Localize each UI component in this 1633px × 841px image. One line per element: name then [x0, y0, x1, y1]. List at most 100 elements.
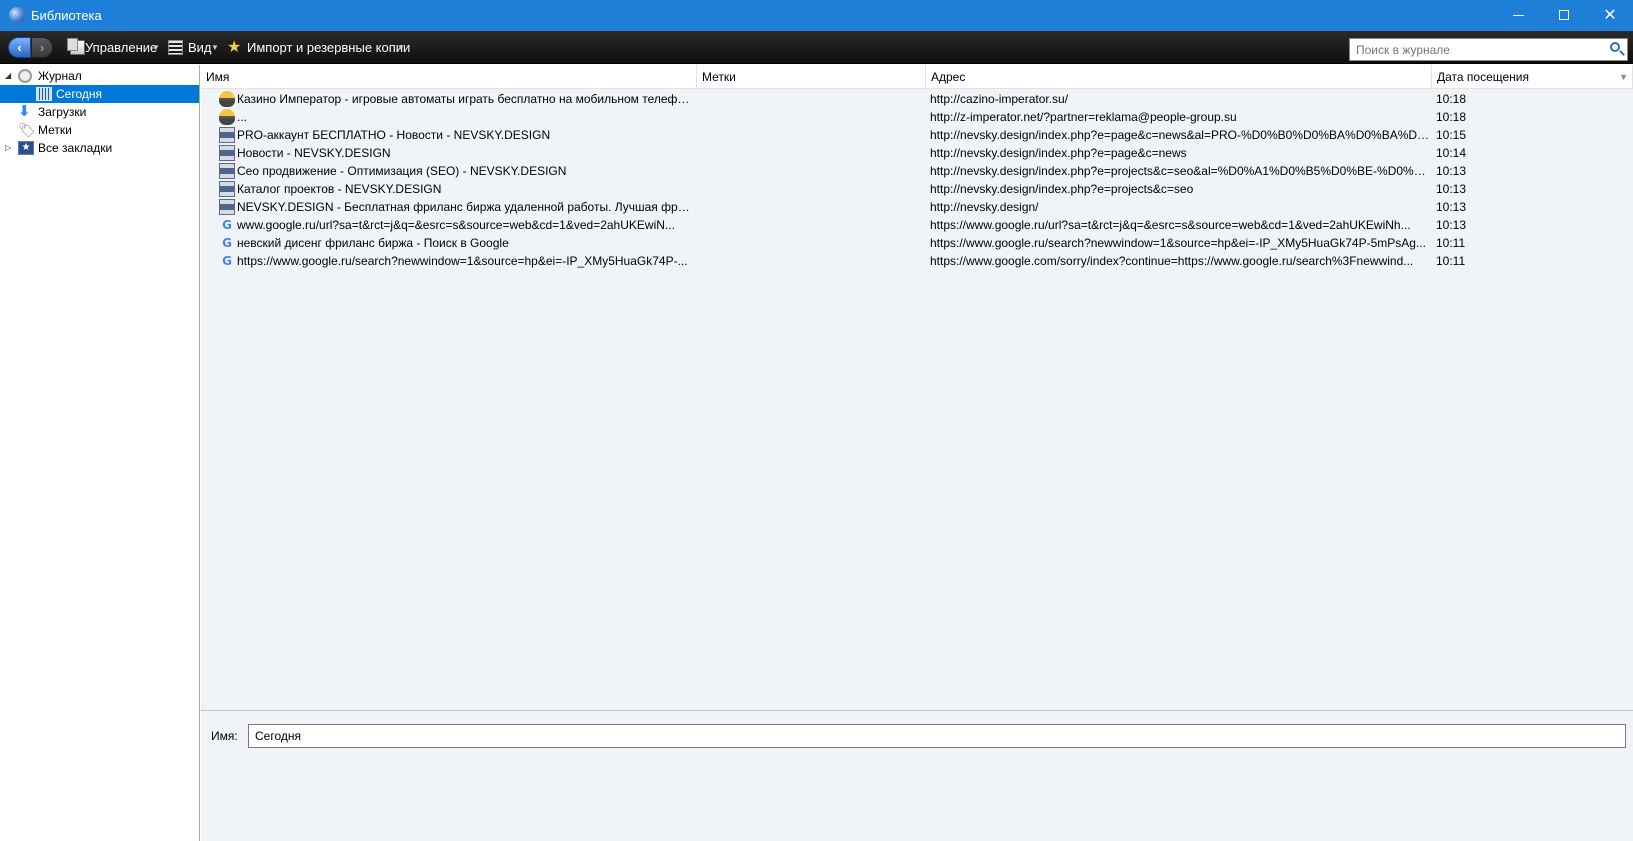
cell-address: https://www.google.ru/search?newwindow=1…	[930, 236, 1426, 250]
table-row[interactable]: NEVSKY.DESIGN - Бесплатная фриланс биржа…	[201, 198, 1633, 216]
column-header-tags[interactable]: Метки	[697, 65, 926, 89]
cell-name: www.google.ru/url?sa=t&rct=j&q=&esrc=s&s…	[237, 218, 675, 232]
calendar-icon	[36, 87, 52, 101]
back-button[interactable]: ‹	[8, 37, 31, 58]
close-icon: ✕	[1603, 7, 1617, 24]
page-icon	[219, 181, 235, 197]
cell-visit-date: 10:14	[1436, 146, 1467, 160]
table-row[interactable]: Новости - NEVSKY.DESIGN http://nevsky.des…	[201, 144, 1633, 162]
cell-visit-date: 10:18	[1436, 92, 1467, 106]
view-menu-label: Вид	[188, 40, 212, 55]
star-icon: ★	[18, 141, 34, 155]
casino-icon	[219, 91, 235, 107]
google-icon: G	[222, 236, 232, 250]
sidebar-item-all-bookmarks[interactable]: ▷ ★ Все закладки	[0, 139, 199, 157]
sidebar-item-label: Все закладки	[38, 141, 113, 155]
cell-address: https://www.google.com/sorry/index?conti…	[930, 254, 1414, 268]
manage-menu-label: Управление	[85, 40, 158, 55]
table-row[interactable]: Сео продвижение - Оптимизация (SEO) - NE…	[201, 162, 1633, 180]
search-icon[interactable]	[1610, 42, 1620, 52]
name-field-label: Имя:	[211, 729, 238, 743]
minimize-icon	[1513, 15, 1524, 16]
sidebar-item-tags[interactable]: 🏷 Метки	[0, 121, 199, 139]
column-header-label: Дата посещения	[1437, 70, 1529, 84]
cell-tags	[701, 144, 921, 162]
cell-name: Новости - NEVSKY.DESIGN	[237, 146, 391, 160]
sidebar-item-history[interactable]: ◢ Журнал	[0, 67, 199, 85]
collapse-twisty-icon[interactable]: ▷	[5, 139, 15, 157]
history-search-box	[1349, 38, 1628, 61]
cell-name: PRO-аккаунт БЕСПЛАТНО - Новости - NEVSKY…	[237, 128, 551, 142]
cell-address: http://nevsky.design/index.php?e=page&c=…	[930, 128, 1430, 142]
google-icon: G	[222, 254, 232, 268]
cell-tags	[701, 108, 921, 126]
minimize-button[interactable]	[1495, 0, 1541, 31]
name-field[interactable]: Сегодня	[248, 724, 1626, 748]
history-list: Имя Метки Адрес Дата посещения ▼ Казино …	[201, 65, 1633, 710]
cell-name: ...	[237, 110, 248, 124]
column-header-name[interactable]: Имя	[201, 65, 697, 89]
cell-address: https://www.google.ru/url?sa=t&rct=j&q=&…	[930, 218, 1411, 232]
dropdown-arrow-icon: ▼	[152, 43, 160, 52]
cell-tags	[701, 126, 921, 144]
cell-name: Каталог проектов - NEVSKY.DESIGN	[237, 182, 442, 196]
table-row[interactable]: Ghttps://www.google.ru/search?newwindow=…	[201, 252, 1633, 270]
table-row[interactable]: Gwww.google.ru/url?sa=t&rct=j&q=&esrc=s&…	[201, 216, 1633, 234]
page-icon	[219, 145, 235, 161]
download-icon: ⬇	[18, 103, 31, 120]
organize-icon	[67, 38, 85, 55]
search-input[interactable]	[1350, 39, 1600, 60]
cell-address: http://cazino-imperator.su/	[930, 92, 1069, 106]
cell-tags	[701, 198, 921, 216]
import-backup-menu-button[interactable]: ★ Импорт и резервные копии ▼	[227, 38, 411, 58]
maximize-button[interactable]	[1541, 0, 1587, 31]
cell-visit-date: 10:13	[1436, 164, 1467, 178]
cell-visit-date: 10:13	[1436, 218, 1467, 232]
clock-icon	[18, 69, 32, 83]
cell-address: http://z-imperator.net/?partner=reklama@…	[930, 110, 1237, 124]
title-bar: Библиотека ✕	[0, 0, 1633, 31]
view-list-icon	[168, 40, 183, 55]
forward-arrow-icon: ›	[39, 40, 45, 55]
column-header-visit-date[interactable]: Дата посещения ▼	[1432, 65, 1633, 89]
dropdown-arrow-icon: ▼	[211, 43, 219, 52]
cell-name: Казино Император - игровые автоматы игра…	[237, 92, 693, 106]
cell-address: http://nevsky.design/index.php?e=project…	[930, 182, 1194, 196]
sidebar-item-label: Загрузки	[38, 105, 87, 119]
table-row[interactable]: Каталог проектов - NEVSKY.DESIGN http://n…	[201, 180, 1633, 198]
sidebar-item-label: Метки	[38, 123, 72, 137]
sidebar-item-label: Журнал	[38, 69, 82, 83]
cell-name: NEVSKY.DESIGN - Бесплатная фриланс биржа…	[237, 200, 693, 214]
cell-name: Сео продвижение - Оптимизация (SEO) - NE…	[237, 164, 567, 178]
google-icon: G	[222, 218, 232, 232]
table-row[interactable]: ... http://z-imperator.net/?partner=rekla…	[201, 108, 1633, 126]
page-icon	[219, 127, 235, 143]
column-header-address[interactable]: Адрес	[926, 65, 1432, 89]
maximize-icon	[1559, 10, 1569, 20]
sidebar-item-today[interactable]: Сегодня	[0, 85, 199, 103]
import-star-icon: ★	[227, 39, 242, 56]
cell-tags	[701, 90, 921, 108]
cell-visit-date: 10:11	[1436, 236, 1466, 250]
manage-menu-button[interactable]: Управление ▼	[66, 38, 160, 58]
cell-tags	[701, 180, 921, 198]
cell-visit-date: 10:18	[1436, 110, 1467, 124]
expand-twisty-icon[interactable]: ◢	[5, 67, 15, 85]
tag-icon: 🏷	[18, 122, 36, 138]
table-row[interactable]: PRO-аккаунт БЕСПЛАТНО - Новости - NEVSKY…	[201, 126, 1633, 144]
forward-button[interactable]: ›	[31, 37, 53, 58]
close-button[interactable]: ✕	[1587, 0, 1633, 31]
sidebar-item-downloads[interactable]: ⬇ Загрузки	[0, 103, 199, 121]
sidebar-item-label: Сегодня	[56, 87, 102, 101]
table-row[interactable]: Казино Император - игровые автоматы игра…	[201, 90, 1633, 108]
view-menu-button[interactable]: Вид ▼	[168, 38, 219, 58]
back-arrow-icon: ‹	[17, 40, 22, 55]
sort-descending-icon: ▼	[1619, 72, 1628, 82]
cell-tags	[701, 162, 921, 180]
cell-visit-date: 10:11	[1436, 254, 1466, 268]
table-row[interactable]: Gневский дисенг фриланс биржа - Поиск в …	[201, 234, 1633, 252]
cell-name: https://www.google.ru/search?newwindow=1…	[237, 254, 688, 268]
import-backup-label: Импорт и резервные копии	[247, 40, 411, 55]
dropdown-arrow-icon: ▼	[397, 43, 405, 52]
sidebar-tree: ◢ Журнал Сегодня ⬇ Загрузки 🏷 Метки ▷ ★ …	[0, 65, 200, 841]
